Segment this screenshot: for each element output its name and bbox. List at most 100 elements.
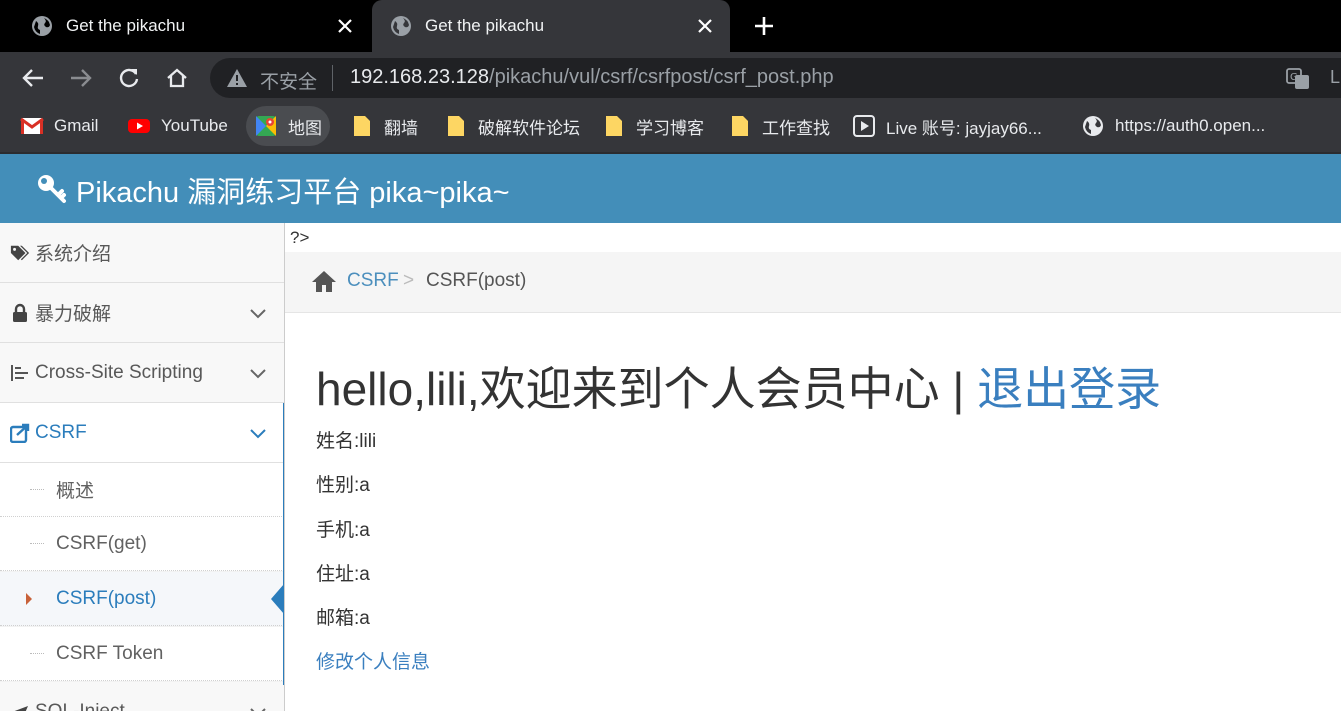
browser-tab-2[interactable]: Get the pikachu: [372, 0, 730, 52]
key-icon: [38, 175, 66, 203]
back-arrow-icon[interactable]: [19, 64, 47, 92]
warning-icon[interactable]: [226, 68, 248, 88]
youtube-icon: [127, 115, 151, 137]
new-tab-icon[interactable]: [750, 12, 778, 40]
sidebar-subitem-csrf-post[interactable]: CSRF(post): [0, 572, 284, 626]
browser-tab-1[interactable]: Get the pikachu: [0, 0, 370, 52]
chevron-down-icon: [250, 428, 266, 438]
globe-icon: [32, 16, 52, 36]
logout-link[interactable]: 退出登录: [977, 363, 1161, 415]
bookmark-label: YouTube: [161, 116, 228, 135]
close-tab-icon[interactable]: [694, 15, 716, 37]
bookmark-label: Live 账号: jayjay66...: [886, 118, 1042, 138]
sidebar-item-xss[interactable]: Cross-Site Scripting: [0, 343, 284, 403]
sidebar-subitem-csrf-token[interactable]: CSRF Token: [0, 627, 284, 681]
breadcrumb: CSRF > CSRF(post): [285, 252, 1341, 313]
bookmark-label: 工作查找: [762, 118, 830, 138]
site-brand[interactable]: Pikachu 漏洞练习平台 pika~pika~: [76, 169, 510, 211]
sidebar-item-sqli[interactable]: SQL-Inject: [0, 682, 284, 711]
breadcrumb-separator: >: [403, 270, 415, 291]
sidebar-item-csrf[interactable]: CSRF: [0, 403, 284, 463]
tree-connector: [30, 543, 44, 544]
url-path: /pikachu/vul/csrf/csrfpost/csrf_post.php: [489, 66, 834, 88]
breadcrumb-current: CSRF(post): [426, 270, 527, 291]
tags-icon: [10, 243, 30, 263]
reload-icon[interactable]: [115, 64, 143, 92]
sidebar-item-label: SQL-Inject: [35, 700, 125, 711]
chevron-down-icon: [250, 308, 266, 318]
tree-connector: [30, 653, 44, 654]
breadcrumb-link-csrf[interactable]: CSRF: [347, 270, 399, 292]
tab-title: Get the pikachu: [66, 16, 186, 35]
share-icon: [10, 423, 30, 443]
bookmark-maps[interactable]: 地图: [246, 106, 330, 146]
lock-icon: [10, 303, 30, 323]
sidebar: 系统介绍 暴力破解 Cross-Site Scripting CSRF 概述 C…: [0, 223, 285, 711]
edit-profile-link[interactable]: 修改个人信息: [316, 647, 430, 674]
bookmark-auth0[interactable]: https://auth0.open...: [1081, 104, 1265, 148]
info-email: 邮箱:a: [316, 608, 370, 629]
heading-divider: |: [952, 363, 965, 415]
tab-strip: Get the pikachu Get the pikachu: [0, 0, 1341, 52]
folder-icon: [350, 115, 374, 137]
list-icon: [10, 363, 30, 383]
bookmark-label: Gmail: [54, 116, 99, 135]
bookmarks-bar: Gmail YouTube 地图 翻墙 破解软件论坛 学习博客 工作查找 Liv…: [0, 104, 1341, 154]
url-host: 192.168.23.128: [350, 66, 490, 88]
forward-arrow-icon[interactable]: [67, 64, 95, 92]
stray-php-text: ?>: [290, 228, 310, 247]
sidebar-item-label: Cross-Site Scripting: [35, 361, 203, 383]
globe-icon: [1081, 115, 1105, 137]
sidebar-item-intro[interactable]: 系统介绍: [0, 223, 284, 283]
folder-icon: [444, 115, 468, 137]
home-icon[interactable]: [163, 64, 191, 92]
tree-connector: [30, 489, 44, 490]
folder-icon: [602, 115, 626, 137]
sidebar-subitem-label: CSRF(post): [56, 587, 157, 609]
plane-icon: [10, 702, 30, 711]
bookmark-live[interactable]: Live 账号: jayjay66...: [852, 104, 1042, 148]
browser-toolbar: 不安全 192.168.23.128/pikachu/vul/csrf/csrf…: [0, 52, 1341, 104]
url-text[interactable]: 192.168.23.128/pikachu/vul/csrf/csrfpost…: [350, 66, 834, 89]
maps-icon: [254, 115, 278, 137]
sidebar-subitem-overview[interactable]: 概述: [0, 463, 284, 517]
home-icon[interactable]: [311, 269, 337, 293]
toolbar-overflow-icon[interactable]: L: [1330, 67, 1340, 88]
address-bar[interactable]: 不安全 192.168.23.128/pikachu/vul/csrf/csrf…: [210, 58, 1341, 98]
sidebar-item-bruteforce[interactable]: 暴力破解: [0, 283, 284, 343]
folder-icon: [728, 115, 752, 137]
info-phone: 手机:a: [316, 520, 370, 541]
bookmark-folder[interactable]: 工作查找: [728, 104, 830, 148]
bookmark-label: 地图: [288, 118, 322, 138]
translate-icon[interactable]: G: [1286, 67, 1310, 91]
info-gender: 性别:a: [316, 475, 370, 496]
sidebar-subitem-label: 概述: [56, 481, 95, 502]
insecure-label[interactable]: 不安全: [260, 67, 317, 94]
sidebar-item-label: 暴力破解: [35, 304, 112, 325]
sidebar-subitem-csrf-get[interactable]: CSRF(get): [0, 517, 284, 571]
close-tab-icon[interactable]: [334, 15, 356, 37]
bookmark-folder[interactable]: 学习博客: [602, 104, 704, 148]
bookmark-label: 破解软件论坛: [478, 118, 580, 138]
bookmark-gmail[interactable]: Gmail: [20, 104, 98, 148]
sidebar-subitem-label: CSRF(get): [56, 532, 147, 554]
bookmark-label: 翻墙: [384, 118, 418, 138]
chevron-down-icon: [250, 707, 266, 711]
caret-right-icon: [26, 593, 32, 605]
chevron-down-icon: [250, 368, 266, 378]
welcome-text: hello,lili,欢迎来到个人会员中心: [316, 363, 940, 415]
bookmark-label: 学习博客: [636, 118, 704, 138]
bookmark-label: https://auth0.open...: [1115, 116, 1266, 135]
tab-title: Get the pikachu: [425, 16, 545, 35]
info-name: 姓名:lili: [316, 431, 377, 452]
site-header: Pikachu 漏洞练习平台 pika~pika~: [0, 154, 1341, 223]
bookmark-folder[interactable]: 翻墙: [350, 104, 418, 148]
bookmark-folder[interactable]: 破解软件论坛: [444, 104, 580, 148]
main-content: ?> CSRF > CSRF(post) hello,lili,欢迎来到个人会员…: [285, 223, 1341, 711]
sidebar-item-label: CSRF: [35, 421, 87, 443]
info-address: 住址:a: [316, 564, 370, 585]
bookmark-youtube[interactable]: YouTube: [127, 104, 228, 148]
sidebar-item-label: 系统介绍: [35, 244, 112, 265]
sidebar-subitem-label: CSRF Token: [56, 642, 164, 664]
svg-text:G: G: [1290, 72, 1298, 83]
